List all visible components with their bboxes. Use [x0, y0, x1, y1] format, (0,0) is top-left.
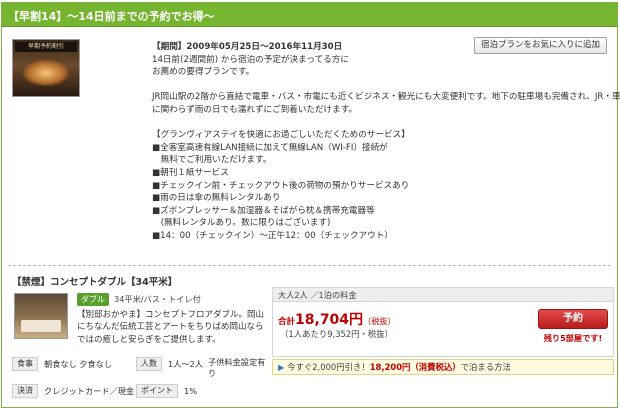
total-price: 合計18,704円（税抜）: [278, 309, 396, 329]
service-item: ■14：00（チェックイン）～正午12：00（チェックアウト）: [152, 230, 393, 241]
price-box: 大人2人 ／1泊の料金 合計18,704円（税抜） （1人あたり9,352円・税…: [272, 287, 614, 357]
people-value: 1人～2人: [168, 359, 203, 369]
room-image[interactable]: [14, 293, 68, 339]
total-label: 合計: [278, 317, 296, 327]
service-item: ■朝刊１紙サービス: [152, 167, 229, 178]
room-type-badge: ダブル: [77, 293, 109, 306]
child-rate-note: 子供料金設定有り: [208, 357, 266, 378]
total-amount: 18,704円: [295, 312, 364, 328]
arrow-right-icon: ▶: [278, 362, 285, 372]
total-tax-note: （税抜）: [363, 316, 396, 326]
room-size: 34平米/バス・トイレ付: [114, 294, 201, 304]
plan-section: 早期予約割引 宿泊プランをお気に入りに追加 【期間】2009年05月25日～20…: [2, 29, 620, 264]
points-label: ポイント: [136, 384, 178, 398]
promo-suffix: で泊まる方法: [460, 362, 511, 372]
meal-label: 食事: [12, 357, 38, 371]
access-line: JR岡山駅の2階から直結で電車・バス・市電にも近くビジネス・観光にも大変便利です…: [152, 92, 620, 103]
service-item: ■雨の日は傘の無料レンタルあり: [152, 193, 281, 204]
price-header: 大人2人 ／1泊の料金: [273, 288, 613, 302]
room-title[interactable]: 【禁煙】コンセプトダブル【34平米】: [12, 274, 177, 288]
service-item: ■全客室高速有線LAN接続に加えて無線LAN（WI-FI）接続が: [152, 142, 388, 153]
service-item: 無料でご利用いただけます。: [152, 155, 272, 166]
services-title: 【グランヴィアステイを快適にお過ごしいただくためのサービス】: [152, 130, 410, 141]
service-item: ■チェックイン前・チェックアウト後の荷物の預かりサービスあり: [152, 180, 410, 191]
period-label: 【期間】: [152, 42, 187, 52]
promo-price: 18,200円（消費税込）: [369, 362, 461, 372]
points-value: 1%: [184, 386, 197, 396]
period-line: 【期間】2009年05月25日～2016年11月30日: [152, 41, 612, 54]
plan-image-caption: 早期予約割引: [15, 42, 77, 52]
room-section: 【禁煙】コンセプトダブル【34平米】 ダブル 34平米/バス・トイレ付 【別邸お…: [2, 271, 617, 409]
rooms-left-notice: 残り5部屋です!: [543, 333, 603, 343]
people-label: 人数: [136, 357, 162, 371]
period-value: 2009年05月25日～2016年11月30日: [186, 42, 343, 52]
lamp-graphic: [23, 60, 69, 86]
service-item: ■ズボンプレッサー＆加湿器＆そばがら枕＆携帯充電器等: [152, 205, 375, 216]
payment-value: クレジットカード／現金: [44, 386, 135, 396]
access-line: に関わらず雨の日でも濡れずにご到着いただけます。: [152, 104, 358, 115]
section-divider: [8, 265, 611, 266]
payment-label: 決済: [12, 384, 38, 398]
plan-description: 【期間】2009年05月25日～2016年11月30日 14日前(2週間前) か…: [152, 41, 620, 243]
service-item: (無料レンタルあり。数に限りはございます): [152, 218, 331, 229]
plan-image[interactable]: 早期予約割引: [12, 39, 80, 97]
plan-title: 【早割14】～14日前までの予約でお得～: [2, 3, 617, 27]
discount-promo-link[interactable]: ▶ 今すぐ2,000円引き！18,200円（消費税込）で泊まる方法: [272, 359, 614, 375]
meal-value: 朝食なし 夕食なし: [44, 359, 113, 369]
room-description: 【別邸おかやま】コンセプトフロアダブル。岡山にちなんだ伝統工芸とアートをちりばめ…: [77, 310, 265, 345]
desc-line: 14日前(2週間前) から宿泊の予定が決まってる方に: [152, 54, 349, 65]
plan-card: 【早割14】～14日前までの予約でお得～ 早期予約割引 宿泊プランをお気に入りに…: [1, 2, 620, 409]
per-person-price: （1人あたり9,352円・税抜）: [280, 329, 394, 339]
promo-prefix: 今すぐ2,000円引き！: [287, 362, 370, 372]
desc-line: お薦めの要得プランです。: [152, 67, 255, 78]
book-button[interactable]: 予約: [538, 309, 608, 329]
